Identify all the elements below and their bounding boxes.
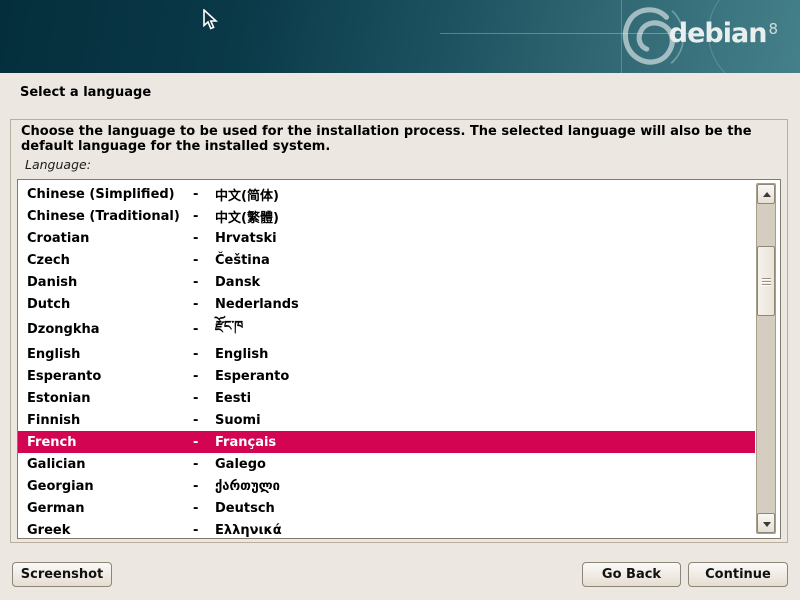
language-english-name: Dutch [18, 297, 193, 312]
language-native-name: Esperanto [215, 369, 755, 384]
language-row[interactable]: Greek-Ελληνικά [18, 519, 755, 539]
language-row[interactable]: English-English [18, 343, 755, 365]
language-english-name: Esperanto [18, 369, 193, 384]
language-row[interactable]: Esperanto-Esperanto [18, 365, 755, 387]
language-native-name: Eesti [215, 391, 755, 406]
language-english-name: Croatian [18, 231, 193, 246]
thumb-grip [762, 281, 771, 282]
chevron-down-icon [763, 522, 771, 527]
thumb-grip [762, 278, 771, 279]
debian-version: 8 [768, 20, 778, 38]
language-english-name: Finnish [18, 413, 193, 428]
language-native-name: English [215, 347, 755, 362]
scrollbar-up-button[interactable] [757, 184, 775, 204]
dialog-frame: Choose the language to be used for the i… [10, 119, 788, 543]
go-back-button[interactable]: Go Back [582, 562, 681, 587]
separator-dash: - [193, 413, 215, 428]
separator-dash: - [193, 457, 215, 472]
screenshot-button[interactable]: Screenshot [12, 562, 112, 587]
language-english-name: Galician [18, 457, 193, 472]
scrollbar-down-button[interactable] [757, 513, 775, 533]
separator-dash: - [193, 209, 215, 224]
language-native-name: ქართული [215, 479, 755, 494]
language-row[interactable]: German-Deutsch [18, 497, 755, 519]
separator-dash: - [193, 523, 215, 538]
language-row[interactable]: Chinese (Traditional)-中文(繁體) [18, 205, 755, 227]
language-native-name: Deutsch [215, 501, 755, 516]
scrollbar-track[interactable] [756, 183, 776, 534]
language-row[interactable]: Czech-Čeština [18, 249, 755, 271]
language-row[interactable]: Dzongkha-རྫོང་ཁ [18, 315, 755, 343]
language-native-name: Ελληνικά [215, 523, 755, 538]
language-english-name: English [18, 347, 193, 362]
language-row[interactable]: Croatian-Hrvatski [18, 227, 755, 249]
separator-dash: - [193, 391, 215, 406]
language-english-name: German [18, 501, 193, 516]
language-english-name: Danish [18, 275, 193, 290]
installer-banner: debian8 [0, 0, 800, 73]
language-native-name: རྫོང་ཁ [215, 311, 755, 348]
separator-dash: - [193, 297, 215, 312]
separator-dash: - [193, 435, 215, 450]
scrollbar-thumb[interactable] [757, 246, 775, 316]
separator-dash: - [193, 231, 215, 246]
language-english-name: Dzongkha [18, 322, 193, 337]
language-english-name: French [18, 435, 193, 450]
language-english-name: Chinese (Traditional) [18, 209, 193, 224]
language-row[interactable]: Finnish-Suomi [18, 409, 755, 431]
language-row[interactable]: Chinese (Simplified)-中文(简体) [18, 183, 755, 205]
language-native-name: Čeština [215, 253, 755, 268]
continue-button[interactable]: Continue [688, 562, 788, 587]
separator-dash: - [193, 275, 215, 290]
language-rows: Chinese (Simplified)-中文(简体)Chinese (Trad… [18, 183, 755, 539]
language-english-name: Chinese (Simplified) [18, 187, 193, 202]
thumb-grip [762, 284, 771, 285]
language-english-name: Czech [18, 253, 193, 268]
separator-dash: - [193, 347, 215, 362]
chevron-up-icon [763, 192, 771, 197]
separator-dash: - [193, 253, 215, 268]
language-field-label: Language: [25, 157, 91, 172]
language-native-name: Galego [215, 457, 755, 472]
language-listbox[interactable]: Chinese (Simplified)-中文(简体)Chinese (Trad… [17, 179, 781, 539]
instruction-text: Choose the language to be used for the i… [21, 125, 777, 154]
mouse-cursor-icon [203, 9, 219, 31]
language-native-name: Hrvatski [215, 231, 755, 246]
page-title: Select a language [20, 85, 151, 100]
language-native-name: Français [215, 435, 755, 450]
language-row[interactable]: Georgian-ქართული [18, 475, 755, 497]
language-row[interactable]: Danish-Dansk [18, 271, 755, 293]
separator-dash: - [193, 501, 215, 516]
language-native-name: Nederlands [215, 297, 755, 312]
language-native-name: Dansk [215, 275, 755, 290]
language-row[interactable]: French-Français [18, 431, 755, 453]
language-native-name: 中文(简体) [215, 185, 755, 204]
separator-dash: - [193, 187, 215, 202]
language-native-name: 中文(繁體) [215, 207, 755, 226]
language-english-name: Georgian [18, 479, 193, 494]
separator-dash: - [193, 369, 215, 384]
debian-wordmark: debian8 [669, 20, 778, 47]
separator-dash: - [193, 479, 215, 494]
separator-dash: - [193, 322, 215, 337]
language-row[interactable]: Estonian-Eesti [18, 387, 755, 409]
language-english-name: Estonian [18, 391, 193, 406]
language-row[interactable]: Galician-Galego [18, 453, 755, 475]
language-english-name: Greek [18, 523, 193, 538]
language-native-name: Suomi [215, 413, 755, 428]
